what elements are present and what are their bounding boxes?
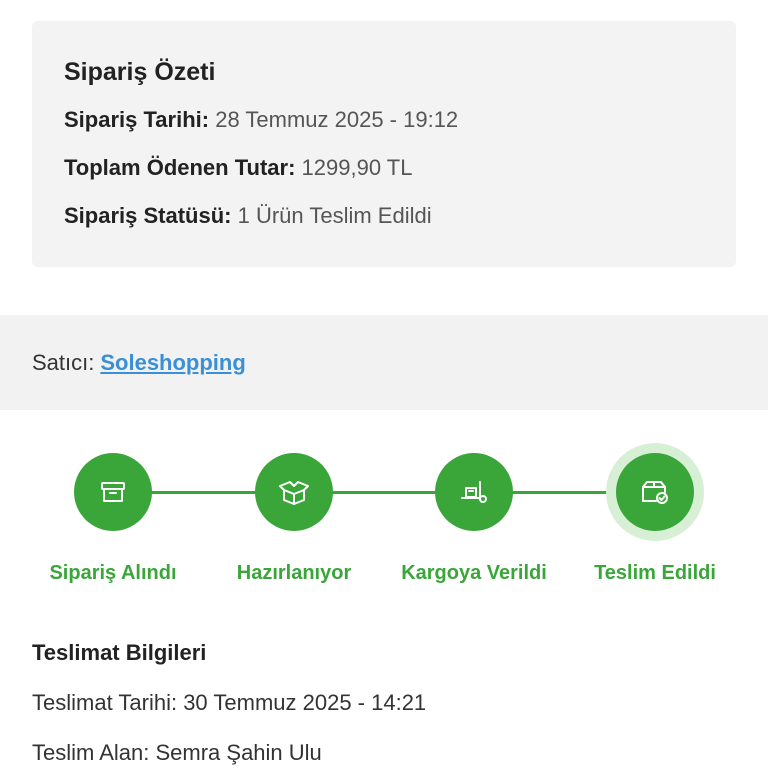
step-preparing: Hazırlanıyor — [214, 452, 374, 585]
seller-bar: Satıcı: Soleshopping — [0, 315, 768, 410]
package-check-icon — [642, 481, 668, 504]
order-date-label: Sipariş Tarihi: — [64, 107, 210, 132]
step-label: Teslim Edildi — [594, 562, 716, 584]
step-circle — [435, 453, 513, 531]
order-date-value: 28 Temmuz 2025 - 19:12 — [215, 107, 459, 132]
total-paid-value: 1299,90 TL — [301, 155, 413, 180]
open-package-icon — [279, 481, 309, 505]
step-circle — [616, 453, 694, 531]
delivery-receiver: Teslim Alan: Semra Şahin Ulu — [32, 740, 322, 765]
hand-truck-icon — [461, 481, 487, 503]
seller-label: Satıcı: — [32, 349, 95, 375]
archive-box-icon — [101, 482, 125, 502]
order-status-value: 1 Ürün Teslim Edildi — [237, 203, 432, 228]
step-label: Sipariş Alındı — [49, 562, 177, 584]
seller-link[interactable]: Soleshopping — [100, 350, 245, 376]
delivery-date: Teslimat Tarihi: 30 Temmuz 2025 - 14:21 — [32, 690, 427, 715]
order-status-label: Sipariş Statüsü: — [64, 203, 232, 228]
total-paid-label: Toplam Ödenen Tutar: — [64, 155, 296, 180]
step-label: Kargoya Verildi — [401, 562, 547, 584]
step-order-received: Sipariş Alındı — [33, 452, 193, 585]
step-circle — [255, 453, 333, 531]
progress-line — [113, 491, 655, 494]
step-shipped: Kargoya Verildi — [394, 452, 554, 585]
order-date-row: Sipariş Tarihi: 28 Temmuz 2025 - 19:12 — [64, 105, 704, 135]
delivery-info: Teslimat Bilgileri Teslimat Tarihi: 30 T… — [32, 638, 736, 768]
step-delivered: Teslim Edildi — [575, 452, 735, 585]
order-status-row: Sipariş Statüsü: 1 Ürün Teslim Edildi — [64, 201, 704, 231]
delivery-info-title: Teslimat Bilgileri — [32, 640, 207, 665]
step-label: Hazırlanıyor — [236, 562, 352, 584]
order-summary-title: Sipariş Özeti — [64, 58, 216, 86]
total-paid-row: Toplam Ödenen Tutar: 1299,90 TL — [64, 153, 704, 183]
step-circle — [74, 453, 152, 531]
order-summary-card: Sipariş Özeti Sipariş Tarihi: 28 Temmuz … — [32, 21, 736, 267]
order-progress-tracker: Sipariş Alındı Hazırlanıyor Kargoya Veri… — [0, 452, 768, 592]
